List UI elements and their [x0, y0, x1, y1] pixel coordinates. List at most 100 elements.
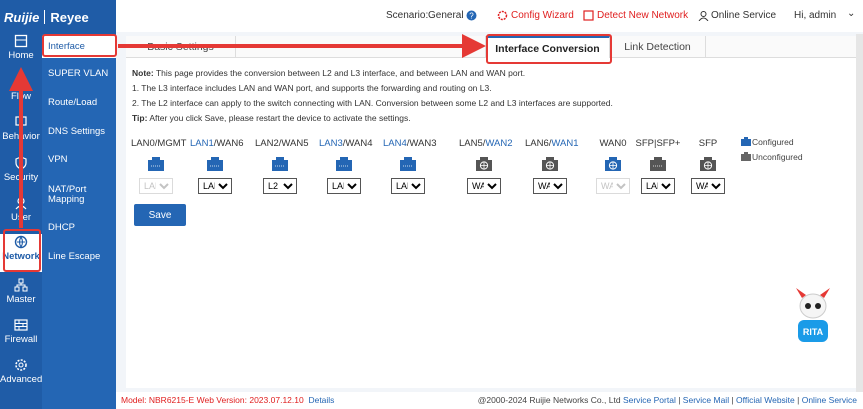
rail-item-home[interactable]: Home: [0, 34, 42, 72]
official-website-link[interactable]: Official Website: [736, 395, 795, 405]
rail-item-security[interactable]: Security: [0, 156, 42, 194]
legend-configured-label: Configured: [752, 137, 794, 147]
port-label: WAN0: [588, 138, 638, 150]
legend-unconfigured-label: Unconfigured: [752, 152, 803, 162]
rail-item-behavior[interactable]: Behavior: [0, 115, 42, 153]
network-submenu: Interface SUPER VLAN Route/Load DNS Sett…: [42, 34, 116, 409]
submenu-vpn[interactable]: VPN: [42, 154, 116, 166]
port-6: LAN6/WAN1 WAN: [525, 138, 579, 194]
rail-label-home: Home: [8, 50, 34, 61]
model-version-text: Model: NBR6215-E Web Version: 2023.07.12…: [121, 395, 304, 405]
highlight-box-interface-conversion: [486, 34, 612, 64]
router-admin-page: { "brand": {"left": "Ruijie", "right": "…: [0, 0, 863, 409]
top-bar: Scenario: General ? Config Wizard Detect…: [116, 0, 863, 32]
port-label-primary: LAN4: [383, 138, 407, 149]
rita-label: RITA: [803, 327, 824, 337]
service-portal-link[interactable]: Service Portal: [623, 395, 676, 405]
service-mail-link[interactable]: Service Mail: [683, 395, 729, 405]
legend-configured: Configured: [740, 137, 794, 147]
chevron-down-icon[interactable]: ⌄: [847, 8, 855, 19]
port-label-secondary: WAN2: [485, 138, 513, 149]
port-5: LAN5/WAN2 WAN: [459, 138, 513, 194]
submenu-mapping[interactable]: Mapping: [42, 194, 116, 206]
port-label-secondary: /WAN3: [406, 138, 437, 149]
port-mode-select[interactable]: WAN: [596, 178, 630, 194]
port-label: LAN0/MGMT: [131, 138, 186, 150]
tab-hidden: [236, 36, 486, 58]
port-label-primary: LAN1: [190, 138, 214, 149]
note-line-2: 2. The L2 interface can apply to the swi…: [132, 98, 613, 108]
port-label-primary: LAN5/: [459, 138, 486, 149]
interface-conversion-panel: Note: This page provides the conversion …: [126, 58, 856, 388]
rail-item-master[interactable]: Master: [0, 278, 42, 316]
rail-item-advanced[interactable]: Advanced: [0, 358, 42, 396]
rail-label-advanced: Advanced: [0, 374, 43, 385]
config-wizard-link[interactable]: Config Wizard: [511, 10, 574, 21]
port-label-primary: LAN2/WAN5: [255, 138, 309, 149]
rail-item-flow[interactable]: Flow: [0, 75, 42, 113]
port-label-primary: WAN0: [599, 138, 627, 149]
submenu-super-vlan[interactable]: SUPER VLAN: [42, 68, 116, 80]
brand-logo: Ruijie Reyee: [0, 0, 116, 34]
port-mode-select[interactable]: WAN: [533, 178, 567, 194]
support-icon: [698, 11, 709, 21]
detect-network-link[interactable]: Detect New Network: [597, 10, 688, 21]
port-mode-select[interactable]: LAN: [198, 178, 232, 194]
port-label-primary: SFP: [698, 138, 718, 149]
scenario-value[interactable]: General: [428, 10, 464, 21]
highlight-box-interface: [42, 34, 117, 57]
details-link[interactable]: Details: [308, 395, 334, 405]
submenu-dns-settings[interactable]: DNS Settings: [42, 126, 116, 138]
save-button[interactable]: Save: [134, 204, 186, 226]
rail-label-security: Security: [3, 172, 39, 183]
tab-link-detection[interactable]: Link Detection: [610, 36, 706, 58]
submenu-line-escape[interactable]: Line Escape: [42, 251, 116, 263]
rita-assistant-icon[interactable]: RITA: [790, 288, 836, 350]
rail-item-firewall[interactable]: Firewall: [0, 318, 42, 356]
tab-basic-settings[interactable]: Basic Settings: [126, 36, 236, 58]
detect-icon: [583, 10, 594, 21]
port-mode-select[interactable]: LAN: [139, 178, 173, 194]
tip-prefix: Tip:: [132, 113, 148, 123]
ethernet-port-icon: [399, 156, 417, 172]
port-4: LAN4/WAN3 LAN: [383, 138, 437, 194]
port-7: WAN0 WAN: [588, 138, 638, 194]
port-mode-select[interactable]: L2: [263, 178, 297, 194]
port-2: LAN2/WAN5 L2: [255, 138, 309, 194]
rail-label-master: Master: [6, 294, 36, 305]
ethernet-port-icon: [271, 156, 289, 172]
legend-unconfigured: Unconfigured: [740, 152, 803, 162]
ethernet-port-icon: [649, 156, 667, 172]
port-mode-select[interactable]: LAN: [391, 178, 425, 194]
port-mode-select[interactable]: WAN: [467, 178, 501, 194]
online-service-link[interactable]: Online Service: [711, 10, 776, 21]
port-label: LAN4/WAN3: [383, 138, 437, 150]
port-label: SFP|SFP+: [633, 138, 683, 150]
tip-text: After you click Save, please restart the…: [149, 113, 411, 123]
port-mode-select[interactable]: LAN: [641, 178, 675, 194]
port-label: LAN6/WAN1: [525, 138, 579, 150]
scenario-label: Scenario:: [386, 10, 429, 21]
master-icon: [14, 278, 28, 292]
submenu-dhcp[interactable]: DHCP: [42, 222, 116, 234]
note-line-0: This page provides the conversion betwee…: [155, 68, 526, 78]
footer-links: @2000-2024 Ruijie Networks Co., Ltd Serv…: [477, 395, 857, 405]
note-prefix: Note:: [132, 68, 154, 78]
port-mode-select[interactable]: WAN: [691, 178, 725, 194]
port-mode-select[interactable]: LAN: [327, 178, 361, 194]
submenu-route-load[interactable]: Route/Load: [42, 97, 116, 109]
help-icon[interactable]: ?: [466, 10, 477, 21]
highlight-box-network: [3, 229, 41, 272]
content-scrollbar[interactable]: [856, 34, 863, 392]
port-8: SFP|SFP+ LAN: [633, 138, 683, 194]
advanced-icon: [15, 359, 27, 371]
note-line-1: 1. The L3 interface includes LAN and WAN…: [132, 83, 492, 93]
user-greeting[interactable]: Hi, admin: [794, 10, 836, 21]
note-block: Note: This page provides the conversion …: [132, 66, 613, 126]
rail-label-flow: Flow: [10, 91, 32, 102]
online-service-footer-link[interactable]: Online Service: [802, 395, 857, 405]
port-label-secondary: /WAN6: [213, 138, 244, 149]
svg-text:?: ?: [469, 12, 474, 21]
port-label-secondary: /WAN4: [342, 138, 373, 149]
copyright-text: @2000-2024 Ruijie Networks Co., Ltd: [477, 395, 621, 405]
